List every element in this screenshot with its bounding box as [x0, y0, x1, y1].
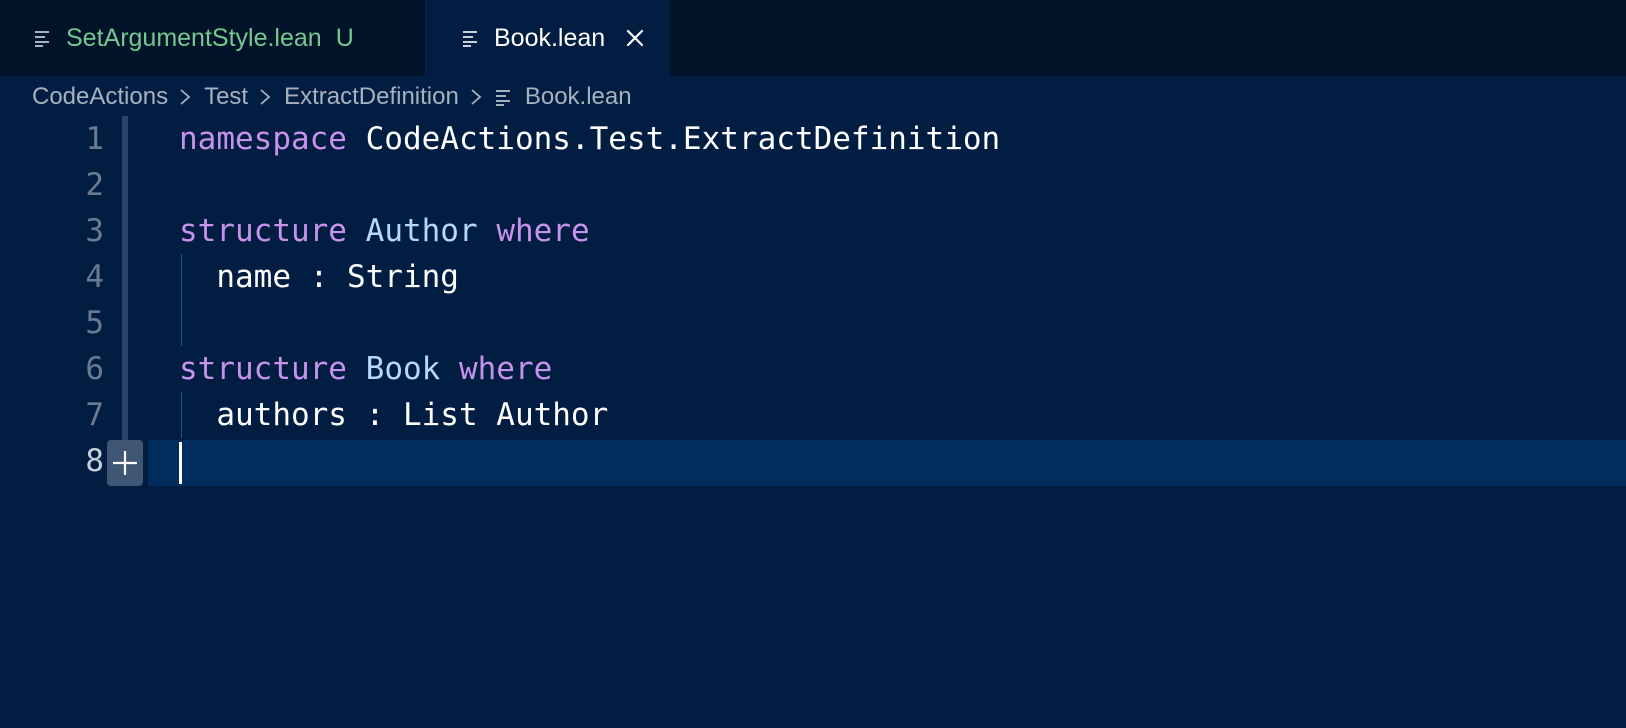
code-line[interactable]: 6 structure Book where: [0, 346, 1626, 392]
breadcrumb-file-label: Book.lean: [524, 83, 632, 110]
tab-setargumentstyle[interactable]: SetArgumentStyle.lean U: [0, 0, 426, 76]
breadcrumb-item-file[interactable]: Book.lean: [495, 83, 632, 111]
breadcrumb-item-test[interactable]: Test: [204, 83, 248, 111]
code-text: structure Author where: [179, 208, 590, 254]
file-lines-icon: [34, 29, 52, 47]
tab-book[interactable]: Book.lean: [426, 0, 670, 76]
keyword-token: where: [496, 213, 590, 249]
text-token: name : String: [179, 259, 459, 295]
breadcrumb: CodeActions Test ExtractDefinition Book.…: [32, 78, 632, 116]
keyword-token: namespace: [179, 121, 347, 157]
code-line[interactable]: 2: [0, 162, 1626, 208]
line-number: 4: [85, 259, 104, 295]
code-editor[interactable]: 1 namespace CodeActions.Test.ExtractDefin…: [0, 116, 1626, 728]
code-text: structure Book where: [179, 346, 552, 392]
line-number: 2: [85, 167, 104, 203]
plus-icon[interactable]: [107, 440, 143, 486]
code-text: namespace CodeActions.Test.ExtractDefini…: [179, 116, 1000, 162]
line-number: 8: [85, 443, 104, 479]
line-number: 6: [85, 351, 104, 387]
chevron-right-icon: [469, 87, 483, 107]
chevron-right-icon: [258, 87, 272, 107]
type-token: Book: [365, 351, 441, 387]
chevron-right-icon: [178, 87, 192, 107]
keyword-token: where: [458, 351, 553, 387]
code-text: name : String: [179, 254, 459, 300]
code-line[interactable]: 8: [0, 438, 1626, 484]
keyword-token: structure: [179, 351, 347, 387]
editor-window: SetArgumentStyle.lean U Book.lean CodeAc…: [0, 0, 1626, 728]
breadcrumb-item-codeactions[interactable]: CodeActions: [32, 83, 168, 111]
tab-bar: SetArgumentStyle.lean U Book.lean: [0, 0, 1626, 76]
code-line[interactable]: 1 namespace CodeActions.Test.ExtractDefin…: [0, 116, 1626, 162]
line-number: 5: [85, 305, 104, 341]
line-number: 7: [85, 397, 104, 433]
text-cursor: [179, 442, 182, 484]
text-token: CodeActions.Test.ExtractDefinition: [346, 121, 1001, 157]
line-number: 3: [85, 213, 104, 249]
code-line[interactable]: 7 authors : List Author: [0, 392, 1626, 438]
untracked-badge: U: [335, 23, 354, 52]
code-line[interactable]: 3 structure Author where: [0, 208, 1626, 254]
code-line[interactable]: 5: [0, 300, 1626, 346]
line-number: 1: [85, 121, 104, 157]
file-lines-icon: [462, 29, 480, 47]
file-lines-icon: [495, 88, 513, 106]
code-line[interactable]: 4 name : String: [0, 254, 1626, 300]
keyword-token: structure: [179, 213, 347, 249]
tab-label: SetArgumentStyle.lean: [66, 23, 322, 52]
breadcrumb-item-extractdefinition[interactable]: ExtractDefinition: [284, 83, 459, 111]
tab-label: Book.lean: [494, 23, 606, 52]
code-text: authors : List Author: [179, 392, 608, 438]
text-token: authors : List Author: [179, 397, 609, 433]
type-token: Author: [365, 213, 478, 249]
close-icon[interactable]: [625, 28, 645, 48]
